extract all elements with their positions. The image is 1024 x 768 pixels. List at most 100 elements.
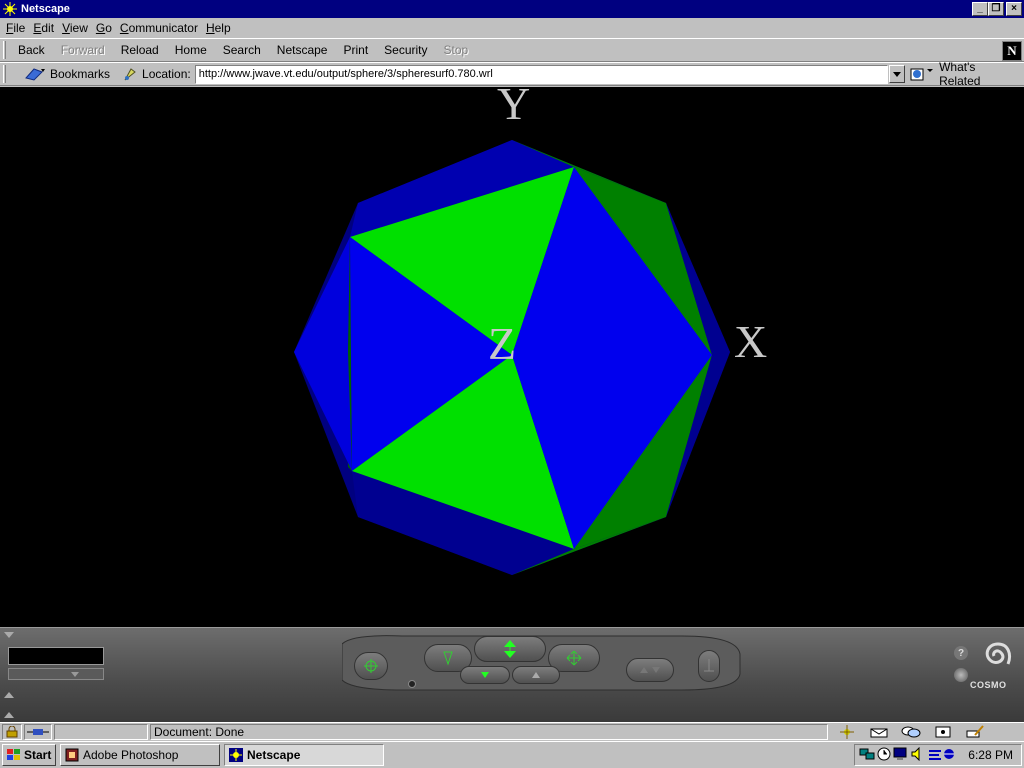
stop-button[interactable]: Stop (436, 40, 477, 60)
forward-arrow-icon (504, 640, 516, 658)
tray-network-icon[interactable] (859, 747, 875, 764)
menu-go-label: o (105, 21, 112, 35)
taskbar-clock[interactable]: 6:28 PM (968, 748, 1021, 762)
slide-up-button[interactable] (512, 666, 560, 684)
menu-edit[interactable]: Edit (29, 21, 58, 35)
menu-file-label: ile (13, 21, 26, 35)
options-button[interactable] (954, 668, 968, 682)
search-button[interactable]: Search (215, 40, 269, 60)
menu-communicator[interactable]: Communicator (116, 21, 202, 35)
toolbar-grip[interactable] (3, 41, 6, 59)
undo-redo-icon (640, 667, 660, 673)
progress-cell (54, 724, 148, 740)
dashboard-expand-icon-lower[interactable] (4, 712, 14, 718)
location-icon[interactable] (122, 66, 138, 82)
tray-display-settings-icon[interactable] (927, 747, 959, 764)
menu-help-label: elp (214, 21, 231, 35)
taskbar-item-netscape[interactable]: Netscape (224, 744, 384, 766)
bookmarks-label[interactable]: Bookmarks (50, 67, 110, 81)
undo-move-button[interactable] (626, 658, 674, 682)
component-bar (832, 724, 990, 740)
dashboard-expand-icon[interactable] (4, 692, 14, 698)
forward-button[interactable]: Forward (53, 40, 113, 60)
viewpoint-dropdown[interactable] (8, 668, 104, 680)
connection-cell[interactable] (24, 724, 52, 740)
slide-down-button[interactable] (460, 666, 510, 684)
bookmarks-icon[interactable] (24, 66, 46, 82)
security-lock-cell[interactable] (2, 724, 22, 740)
discussion-groups-icon[interactable] (896, 724, 926, 740)
security-button[interactable]: Security (376, 40, 435, 60)
viewpoint-display (8, 647, 104, 665)
window-controls: _ ❐ × (972, 2, 1022, 16)
menu-go-accel: G (95, 21, 106, 35)
tray-volume-icon[interactable] (911, 746, 925, 764)
menu-edit-label: dit (41, 21, 55, 35)
netscape-taskbar-icon (229, 748, 243, 762)
home-button[interactable]: Home (167, 40, 215, 60)
cosmo-player-dashboard: ? COSMO (0, 627, 1024, 722)
taskbar-item-label: Adobe Photoshop (83, 748, 179, 762)
menu-file[interactable]: File (2, 21, 29, 35)
menu-help-accel: H (205, 21, 215, 35)
menu-view-label: iew (69, 21, 88, 35)
go-button[interactable] (474, 636, 546, 662)
lock-icon (6, 726, 18, 738)
status-bar: Document: Done (0, 722, 1024, 741)
status-text: Document: Done (150, 724, 828, 740)
address-book-icon[interactable] (928, 724, 958, 740)
menu-bar: File Edit View Go Communicator Help (0, 18, 1024, 38)
netscape-button[interactable]: Netscape (269, 40, 336, 60)
cosmo-brand-area: ? COSMO (944, 632, 1024, 718)
crosshair-icon (364, 659, 378, 673)
start-button[interactable]: Start (2, 744, 56, 766)
url-input[interactable]: http://www.jwave.vt.edu/output/sphere/3/… (194, 64, 889, 84)
maximize-button[interactable]: ❐ (988, 2, 1004, 16)
mailbox-icon[interactable] (864, 724, 894, 740)
menu-go[interactable]: Go (92, 21, 116, 35)
whats-related-label[interactable]: What's Related (939, 60, 1020, 88)
back-button[interactable]: Back (10, 40, 53, 60)
cosmo-logo-icon (980, 640, 1016, 681)
navigation-controls (342, 634, 742, 692)
cosmo-brand-text: COSMO (970, 680, 1007, 690)
window-title: Netscape (21, 3, 70, 15)
print-button[interactable]: Print (335, 40, 376, 60)
location-toolbar-grip[interactable] (3, 65, 6, 83)
photoshop-icon (65, 748, 79, 762)
chevron-down-icon (71, 672, 79, 677)
down-arrow-icon (481, 672, 489, 678)
menu-communicator-accel: C (119, 21, 129, 35)
chevron-down-icon (893, 71, 902, 77)
navigator-icon[interactable] (832, 724, 862, 740)
location-toolbar: Bookmarks Location: http://www.jwave.vt.… (0, 60, 1024, 88)
help-button[interactable]: ? (954, 646, 968, 660)
tray-monitor-icon[interactable] (893, 747, 909, 764)
location-label: Location: (142, 67, 191, 81)
close-button[interactable]: × (1006, 2, 1022, 16)
dashboard-collapse-icon[interactable] (4, 632, 14, 638)
whats-related-icon[interactable] (909, 66, 935, 82)
trigger-light-icon (408, 680, 416, 688)
axis-label-x: X (734, 316, 767, 367)
plug-icon (27, 729, 49, 735)
taskbar-item-photoshop[interactable]: Adobe Photoshop (60, 744, 220, 766)
tilt-icon (443, 651, 453, 666)
windows-logo-icon (7, 749, 20, 760)
axis-label-z: Z (488, 318, 516, 369)
vrml-viewport[interactable]: Y X Z (0, 87, 1024, 627)
composer-icon[interactable] (960, 724, 990, 740)
url-dropdown-button[interactable] (889, 65, 906, 83)
straighten-button[interactable] (698, 650, 720, 682)
reload-button[interactable]: Reload (113, 40, 167, 60)
seek-button[interactable] (354, 652, 388, 680)
netscape-app-icon[interactable] (2, 1, 18, 17)
menu-communicator-label: ommunicator (128, 21, 198, 35)
minimize-button[interactable]: _ (972, 2, 988, 16)
menu-view[interactable]: View (58, 21, 92, 35)
icosahedron-scene[interactable]: Y X Z (0, 87, 1024, 627)
pan-icon (566, 650, 582, 666)
menu-help[interactable]: Help (202, 21, 235, 35)
netscape-logo-icon[interactable]: N (1002, 41, 1022, 61)
tray-clock-icon[interactable] (877, 747, 891, 764)
